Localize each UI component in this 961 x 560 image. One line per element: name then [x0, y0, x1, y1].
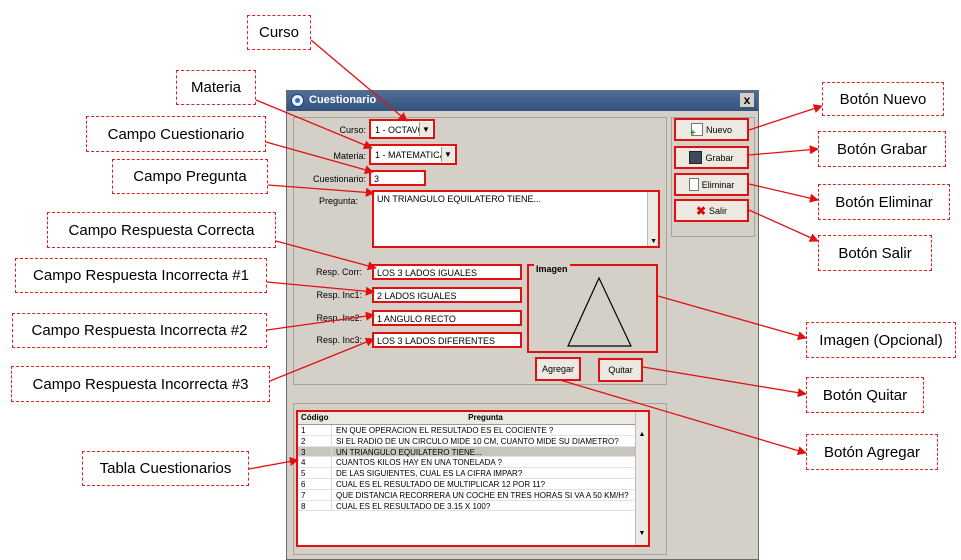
- callout-boton-salir: Botón Salir: [818, 235, 932, 271]
- resp-inc3-label: Resp. Inc3:: [316, 335, 362, 345]
- materia-select[interactable]: 1 - MATEMATICA ▼: [369, 144, 457, 165]
- callout-boton-agregar: Botón Agregar: [806, 434, 938, 470]
- resp-corr-field[interactable]: LOS 3 LADOS IGUALES: [372, 264, 522, 280]
- row-question: DE LAS SIGUIENTES, CUAL ES LA CIFRA IMPA…: [336, 469, 523, 479]
- scroll-down-icon[interactable]: ▼: [636, 529, 648, 539]
- callout-campo-cuestionario: Campo Cuestionario: [86, 116, 266, 152]
- quitar-button[interactable]: Quitar: [598, 358, 643, 382]
- materia-label: Materia:: [333, 151, 366, 161]
- row-code: 6: [301, 480, 306, 489]
- table-header: Código Pregunta: [298, 412, 638, 425]
- callout-campo-inc1: Campo Respuesta Incorrecta #1: [15, 258, 267, 293]
- callout-campo-respuesta-correcta: Campo Respuesta Correcta: [47, 212, 276, 248]
- resp-inc3-field[interactable]: LOS 3 LADOS DIFERENTES: [372, 332, 522, 348]
- app-icon: [291, 94, 304, 107]
- callout-campo-pregunta: Campo Pregunta: [112, 159, 268, 194]
- header-pregunta[interactable]: Pregunta: [333, 413, 638, 422]
- table-scrollbar[interactable]: ▲ ▼: [635, 412, 648, 545]
- triangle-image: [567, 276, 632, 347]
- grabar-button[interactable]: Grabar: [674, 146, 749, 169]
- header-codigo[interactable]: Código: [301, 413, 329, 422]
- exit-icon: ✖: [695, 203, 707, 218]
- row-question: CUANTOS KILOS HAY EN UNA TONELADA ?: [336, 458, 502, 468]
- row-question: EN QUE OPERACION EL RESULTADO ES EL COCI…: [336, 426, 554, 435]
- resp-inc1-label: Resp. Inc1:: [316, 290, 362, 300]
- row-code: 5: [301, 469, 306, 479]
- callout-boton-quitar: Botón Quitar: [806, 377, 924, 413]
- callout-materia: Materia: [176, 70, 256, 105]
- pregunta-value: UN TRIANGULO EQUILATERO TIENE...: [377, 194, 542, 204]
- cuestionarios-table[interactable]: Código Pregunta 1 EN QUE OPERACION EL RES…: [296, 410, 650, 547]
- eliminar-label: Eliminar: [701, 179, 735, 190]
- agregar-label: Agregar: [541, 364, 575, 374]
- new-icon: +: [690, 123, 703, 139]
- imagen-group: Imagen: [527, 264, 658, 353]
- callout-imagen: Imagen (Opcional): [806, 322, 956, 358]
- scroll-down-icon[interactable]: ▼: [650, 238, 657, 245]
- row-question: UN TRIANGULO EQUILATERO TIENE...: [336, 447, 482, 457]
- dropdown-arrow-icon[interactable]: ▼: [419, 122, 432, 136]
- nuevo-button[interactable]: + Nuevo: [674, 118, 749, 141]
- callout-curso: Curso: [247, 15, 311, 50]
- pregunta-textarea[interactable]: UN TRIANGULO EQUILATERO TIENE... ▼: [372, 190, 660, 248]
- row-code: 1: [301, 426, 306, 435]
- close-icon[interactable]: x: [740, 93, 754, 107]
- nuevo-label: Nuevo: [705, 124, 732, 135]
- row-code: 4: [301, 458, 306, 468]
- table-row[interactable]: 6 CUAL ES EL RESULTADO DE MULTIPLICAR 12 …: [298, 479, 638, 490]
- resp-inc1-field[interactable]: 2 LADOS IGUALES: [372, 287, 522, 303]
- row-question: CUAL ES EL RESULTADO DE MULTIPLICAR 12 P…: [336, 480, 546, 489]
- row-code: 7: [301, 490, 306, 500]
- cuestionario-field[interactable]: 3: [369, 170, 426, 186]
- row-code: 3: [301, 447, 306, 457]
- agregar-button[interactable]: Agregar: [535, 357, 581, 381]
- materia-value: 1 - MATEMATICA: [375, 150, 446, 160]
- callout-campo-inc3: Campo Respuesta Incorrecta #3: [11, 366, 270, 402]
- callout-boton-eliminar: Botón Eliminar: [818, 184, 950, 220]
- grabar-label: Grabar: [705, 152, 734, 163]
- table-row[interactable]: 5 DE LAS SIGUIENTES, CUAL ES LA CIFRA IMP…: [298, 468, 638, 479]
- table-row[interactable]: 1 EN QUE OPERACION EL RESULTADO ES EL COC…: [298, 425, 638, 436]
- delete-icon: [688, 178, 699, 191]
- resp-corr-label: Resp. Corr:: [315, 267, 362, 277]
- title-bar[interactable]: Cuestionario x: [287, 91, 758, 111]
- pregunta-label: Pregunta:: [318, 196, 358, 206]
- eliminar-button[interactable]: Eliminar: [674, 173, 749, 196]
- resp-inc2-field[interactable]: 1 ANGULO RECTO: [372, 310, 522, 326]
- window-title: Cuestionario: [309, 94, 377, 106]
- cuestionario-label: Cuestionario:: [312, 174, 366, 184]
- callout-boton-nuevo: Botón Nuevo: [822, 82, 944, 116]
- table-row[interactable]: 8 CUAL ES EL RESULTADO DE 3.15 X 100?: [298, 500, 638, 512]
- curso-value: 1 - OCTAVO: [375, 125, 425, 135]
- table-row[interactable]: 7 QUE DISTANCIA RECORRERA UN COCHE EN TRE…: [298, 489, 638, 501]
- curso-label: Curso:: [339, 125, 366, 135]
- row-question: QUE DISTANCIA RECORRERA UN COCHE EN TRES…: [336, 490, 629, 500]
- resp-inc2-label: Resp. Inc2:: [316, 313, 362, 323]
- table-row-selected[interactable]: 3 UN TRIANGULO EQUILATERO TIENE...: [298, 446, 638, 458]
- row-question: CUAL ES EL RESULTADO DE 3.15 X 100?: [336, 501, 491, 511]
- dropdown-arrow-icon[interactable]: ▼: [441, 147, 454, 162]
- row-code: 8: [301, 501, 306, 511]
- curso-select[interactable]: 1 - OCTAVO ▼: [369, 119, 435, 139]
- scroll-up-icon[interactable]: ▲: [636, 430, 648, 440]
- quitar-label: Quitar: [608, 365, 633, 375]
- callout-campo-inc2: Campo Respuesta Incorrecta #2: [12, 313, 267, 348]
- table-row[interactable]: 4 CUANTOS KILOS HAY EN UNA TONELADA ?: [298, 457, 638, 469]
- row-question: SI EL RADIO DE UN CIRCULO MIDE 10 CM, CU…: [336, 436, 619, 446]
- table-row[interactable]: 2 SI EL RADIO DE UN CIRCULO MIDE 10 CM, C…: [298, 435, 638, 447]
- salir-label: Salir: [709, 205, 728, 216]
- row-code: 2: [301, 436, 306, 446]
- save-icon: [689, 151, 703, 164]
- salir-button[interactable]: ✖ Salir: [674, 199, 749, 222]
- callout-tabla: Tabla Cuestionarios: [82, 451, 249, 486]
- callout-boton-grabar: Botón Grabar: [818, 131, 946, 167]
